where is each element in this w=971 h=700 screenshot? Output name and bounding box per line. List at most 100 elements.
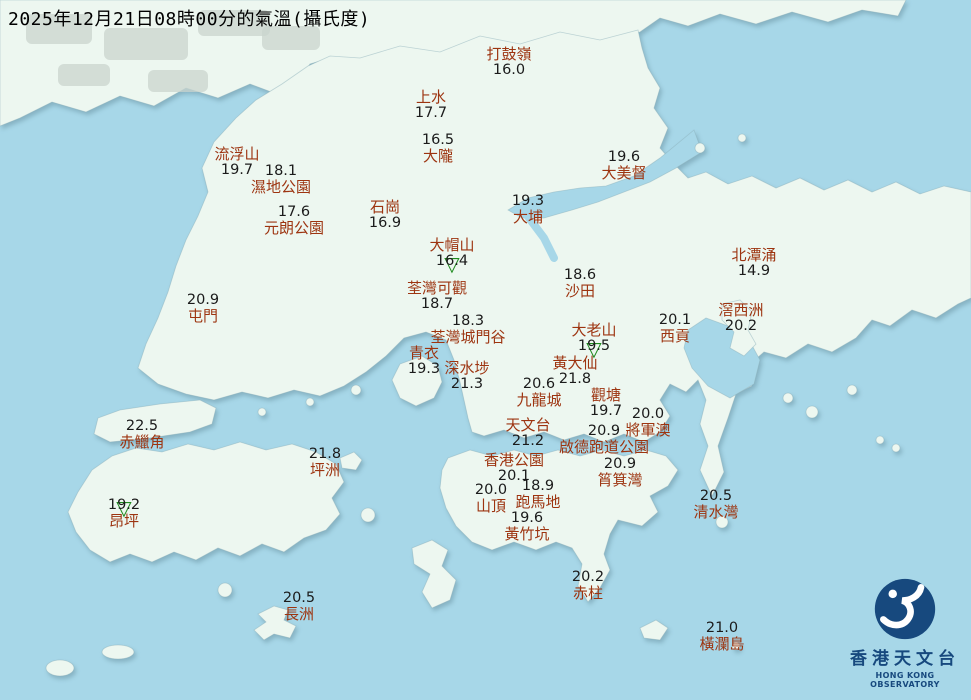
station-temperature-value: 20.2 bbox=[572, 569, 604, 585]
station-temperature: ▽19.3 bbox=[408, 361, 440, 377]
station-temperature-value: 19.3 bbox=[512, 193, 544, 209]
weather-station: 大美督 ▽19.6 bbox=[601, 149, 646, 181]
station-name: 青衣 bbox=[409, 345, 439, 361]
station-temperature: ▽20.1 bbox=[659, 312, 691, 328]
weather-station: 大老山 ▽19.5 bbox=[571, 322, 616, 354]
station-temperature: ▽20.9 bbox=[588, 423, 620, 439]
weather-station: 大埔 ▽19.3 bbox=[512, 193, 544, 225]
station-name: 上水 bbox=[416, 89, 446, 105]
weather-station: 西貢 ▽20.1 bbox=[659, 312, 691, 344]
station-temperature-value: 19.3 bbox=[408, 361, 440, 377]
weather-station: 滘西洲 ▽20.2 bbox=[718, 302, 763, 334]
station-name: 大美督 bbox=[601, 165, 646, 181]
station-temperature-value: 21.2 bbox=[512, 433, 544, 449]
station-temperature: ▽18.1 bbox=[265, 163, 297, 179]
station-temperature-value: 20.5 bbox=[283, 590, 315, 606]
station-temperature: ▽14.9 bbox=[738, 263, 770, 279]
station-name: 荃灣可觀 bbox=[407, 280, 467, 296]
station-name: 元朗公園 bbox=[264, 220, 324, 236]
weather-station: 青衣 ▽19.3 bbox=[408, 345, 440, 377]
station-temperature: ▽20.0 bbox=[632, 406, 664, 422]
station-temperature: ▽16.0 bbox=[493, 62, 525, 78]
weather-station: 濕地公園 ▽18.1 bbox=[251, 163, 311, 195]
station-name: 觀塘 bbox=[591, 387, 621, 403]
weather-station: 元朗公園 ▽17.6 bbox=[264, 204, 324, 236]
station-name: 荃灣城門谷 bbox=[430, 329, 505, 345]
station-temperature: ▽16.4 bbox=[436, 253, 468, 269]
weather-station: 山頂 ▽20.0 bbox=[475, 482, 507, 514]
hko-logo-icon bbox=[872, 576, 938, 642]
weather-station: 黃竹坑 ▽19.6 bbox=[504, 510, 549, 542]
weather-station: 清水灣 ▽20.5 bbox=[693, 488, 738, 520]
station-temperature-value: 18.1 bbox=[265, 163, 297, 179]
station-temperature-value: 16.9 bbox=[369, 215, 401, 231]
station-temperature: ▽20.2 bbox=[572, 569, 604, 585]
weather-station: 打鼓嶺 ▽16.0 bbox=[486, 46, 531, 78]
station-temperature-value: 19.6 bbox=[608, 149, 640, 165]
station-temperature: ▽21.0 bbox=[706, 620, 738, 636]
station-temperature: ▽18.6 bbox=[564, 267, 596, 283]
weather-station: 昂坪 ▽19.2 bbox=[108, 497, 140, 529]
weather-station: 深水埗 ▽21.3 bbox=[444, 360, 489, 392]
station-name: 黃竹坑 bbox=[504, 526, 549, 542]
weather-station: 跑馬地 ▽18.9 bbox=[515, 478, 560, 510]
weather-station: 筲箕灣 ▽20.9 bbox=[597, 456, 642, 488]
station-name: 北潭涌 bbox=[731, 247, 776, 263]
station-temperature: ▽20.9 bbox=[187, 292, 219, 308]
station-name: 大埔 bbox=[513, 209, 543, 225]
station-temperature: ▽17.7 bbox=[415, 105, 447, 121]
temperature-map-screen: 2025年12月21日08時00分的氣溫(攝氏度) 打鼓嶺 ▽16.0 上水 ▽… bbox=[0, 0, 971, 700]
station-temperature: ▽17.6 bbox=[278, 204, 310, 220]
station-name: 山頂 bbox=[476, 498, 506, 514]
station-temperature: ▽19.3 bbox=[512, 193, 544, 209]
station-temperature-value: 18.7 bbox=[421, 296, 453, 312]
station-temperature: ▽20.9 bbox=[604, 456, 636, 472]
station-name: 流浮山 bbox=[214, 146, 259, 162]
station-name: 黃大仙 bbox=[552, 355, 597, 371]
weather-station: 啟德跑道公園 ▽20.9 bbox=[559, 423, 649, 455]
station-temperature-value: 20.0 bbox=[632, 406, 664, 422]
station-temperature-value: 18.9 bbox=[522, 478, 554, 494]
station-name: 天文台 bbox=[505, 417, 550, 433]
station-name: 西貢 bbox=[660, 328, 690, 344]
station-temperature: ▽19.6 bbox=[511, 510, 543, 526]
station-name: 屯門 bbox=[188, 308, 218, 324]
station-temperature: ▽16.9 bbox=[369, 215, 401, 231]
weather-station: 赤柱 ▽20.2 bbox=[572, 569, 604, 601]
station-temperature-value: 16.4 bbox=[436, 253, 468, 269]
station-name: 大隴 bbox=[423, 148, 453, 164]
station-temperature: ▽20.5 bbox=[283, 590, 315, 606]
station-temperature: ▽19.7 bbox=[221, 162, 253, 178]
station-temperature: ▽22.5 bbox=[126, 418, 158, 434]
station-temperature-value: 16.5 bbox=[422, 132, 454, 148]
weather-station: 石崗 ▽16.9 bbox=[369, 199, 401, 231]
station-name: 香港公園 bbox=[484, 452, 544, 468]
station-temperature-value: 19.2 bbox=[108, 497, 140, 513]
station-temperature-value: 21.8 bbox=[559, 371, 591, 387]
station-temperature-value: 20.6 bbox=[523, 376, 555, 392]
station-name: 九龍城 bbox=[516, 392, 561, 408]
weather-station: 橫瀾島 ▽21.0 bbox=[699, 620, 744, 652]
station-temperature-value: 20.1 bbox=[659, 312, 691, 328]
hko-logo-english: HONG KONG OBSERVATORY bbox=[842, 671, 968, 689]
weather-station: 坪洲 ▽21.8 bbox=[309, 446, 341, 478]
station-temperature-value: 21.8 bbox=[309, 446, 341, 462]
station-name: 石崗 bbox=[370, 199, 400, 215]
station-temperature-value: 18.6 bbox=[564, 267, 596, 283]
station-temperature: ▽21.8 bbox=[309, 446, 341, 462]
station-name: 大帽山 bbox=[429, 237, 474, 253]
station-name: 啟德跑道公園 bbox=[559, 439, 649, 455]
station-temperature-value: 19.5 bbox=[578, 338, 610, 354]
station-temperature-value: 17.6 bbox=[278, 204, 310, 220]
station-temperature-value: 20.9 bbox=[604, 456, 636, 472]
station-name: 打鼓嶺 bbox=[486, 46, 531, 62]
station-name: 濕地公園 bbox=[251, 179, 311, 195]
station-temperature-value: 19.6 bbox=[511, 510, 543, 526]
station-temperature-value: 18.3 bbox=[452, 313, 484, 329]
station-temperature: ▽19.5 bbox=[578, 338, 610, 354]
station-name: 大老山 bbox=[571, 322, 616, 338]
hko-logo-chinese: 香港天文台 bbox=[842, 644, 968, 669]
station-temperature: ▽21.2 bbox=[512, 433, 544, 449]
station-temperature: ▽18.9 bbox=[522, 478, 554, 494]
weather-station: 長洲 ▽20.5 bbox=[283, 590, 315, 622]
